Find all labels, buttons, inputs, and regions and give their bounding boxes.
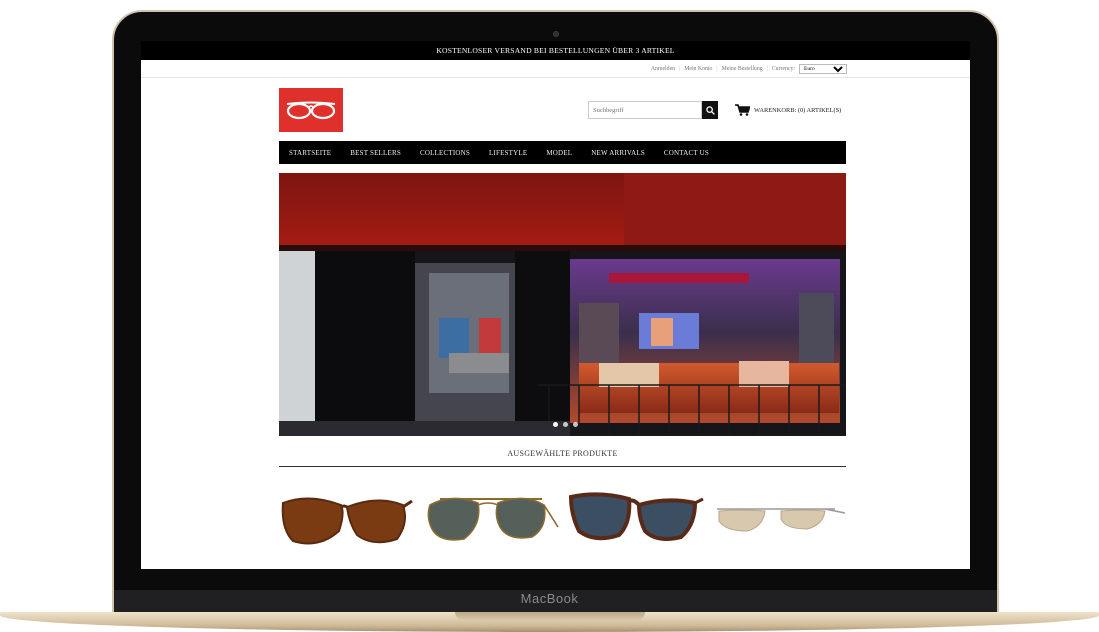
device-brand-label: MacBook (520, 591, 579, 606)
laptop-notch (455, 612, 645, 620)
search-form (588, 101, 718, 119)
rimless-silver-sunglasses-image (717, 508, 846, 532)
nav-item-best-sellers[interactable]: BEST SELLERS (350, 149, 401, 157)
slider-dot[interactable] (553, 422, 558, 427)
slider-dot[interactable] (563, 422, 568, 427)
search-input[interactable] (588, 101, 702, 119)
camera-icon (553, 31, 559, 37)
storefront-photo (279, 173, 846, 436)
divider: | (679, 65, 681, 72)
shopping-cart-icon (735, 104, 750, 116)
currency-select[interactable]: Euro (799, 63, 847, 74)
login-link[interactable]: Anmelden (651, 66, 675, 72)
glasses-logo-icon (286, 101, 336, 120)
search-icon (705, 105, 715, 115)
nav-item-model[interactable]: MODEL (546, 149, 572, 157)
tortoise-wayfarer-sunglasses-image (568, 492, 704, 541)
my-account-link[interactable]: Mein Konto (684, 66, 712, 72)
hero-slider[interactable] (279, 173, 846, 436)
brown-wrap-sunglasses-image (281, 497, 413, 545)
cart-link[interactable]: WARENKORB: (0) ARTIKEL(S) (735, 104, 841, 116)
featured-products-title: AUSGEWÄHLTE PRODUKTE (507, 449, 618, 458)
slider-dots (553, 422, 578, 427)
nav-item-contact-us[interactable]: CONTACT US (664, 149, 709, 157)
main-nav: STARTSEITE BEST SELLERS COLLECTIONS LIFE… (279, 141, 846, 164)
nav-item-collections[interactable]: COLLECTIONS (420, 149, 470, 157)
product-grid (279, 483, 846, 557)
nav-item-lifestyle[interactable]: LIFESTYLE (489, 149, 527, 157)
divider (279, 466, 846, 467)
my-order-link[interactable]: Meine Bestellung (722, 66, 763, 72)
product-card[interactable] (568, 483, 704, 557)
utility-nav: Anmelden | Mein Konto | Meine Bestellung… (141, 60, 970, 78)
browser-screen: KOSTENLOSER VERSAND BEI BESTELLUNGEN ÜBE… (141, 41, 970, 569)
divider: | (716, 65, 718, 72)
product-card[interactable] (279, 483, 414, 557)
nav-item-new-arrivals[interactable]: NEW ARRIVALS (591, 149, 645, 157)
currency-label: Currency: (771, 65, 795, 72)
nav-item-startseite[interactable]: STARTSEITE (289, 149, 331, 157)
slider-dot[interactable] (573, 422, 578, 427)
product-card[interactable] (711, 483, 846, 557)
divider: | (766, 65, 768, 72)
product-card[interactable] (424, 483, 559, 557)
promo-bar: KOSTENLOSER VERSAND BEI BESTELLUNGEN ÜBE… (141, 41, 970, 60)
store-logo[interactable] (279, 88, 343, 132)
search-button[interactable] (702, 101, 718, 119)
cart-label: WARENKORB: (0) ARTIKEL(S) (754, 106, 842, 114)
aviator-gradient-sunglasses-image (427, 497, 559, 541)
